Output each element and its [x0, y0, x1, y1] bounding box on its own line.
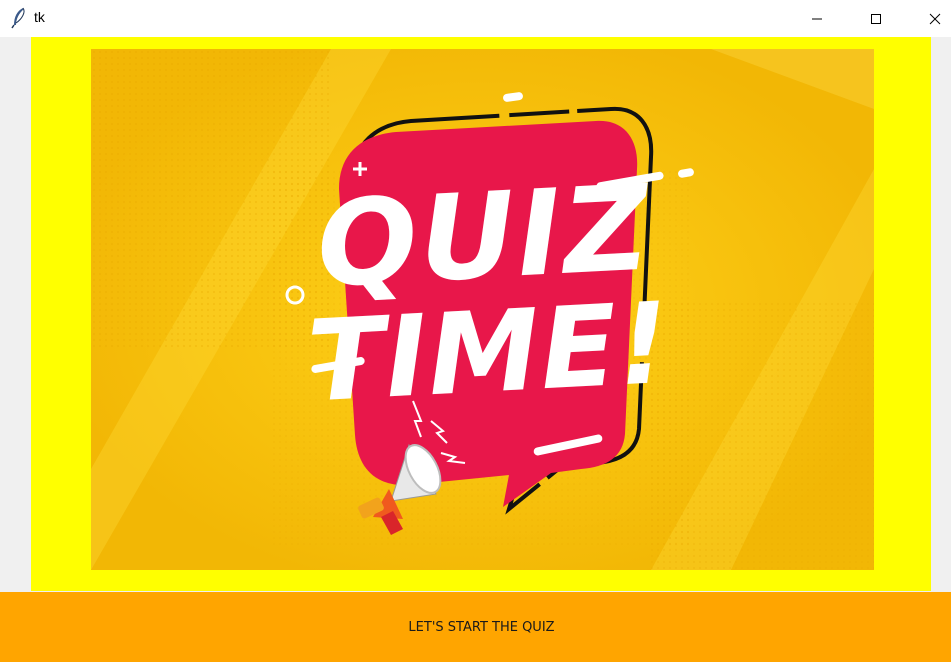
content-area: QUIZ TIME!	[31, 37, 931, 591]
close-icon[interactable]	[912, 0, 951, 37]
minimize-icon[interactable]	[794, 0, 840, 37]
title-bar[interactable]: tk	[0, 0, 951, 37]
start-quiz-button[interactable]: LET'S START THE QUIZ	[0, 592, 951, 662]
feather-icon	[10, 7, 28, 29]
quiz-time-image: QUIZ TIME!	[91, 49, 874, 570]
maximize-icon[interactable]	[853, 0, 899, 37]
window-title: tk	[34, 9, 45, 25]
app-window: tk QUIZ TIME! LET'S START THE QUIZ	[0, 0, 951, 662]
quiz-title-line2: TIME!	[305, 279, 673, 428]
